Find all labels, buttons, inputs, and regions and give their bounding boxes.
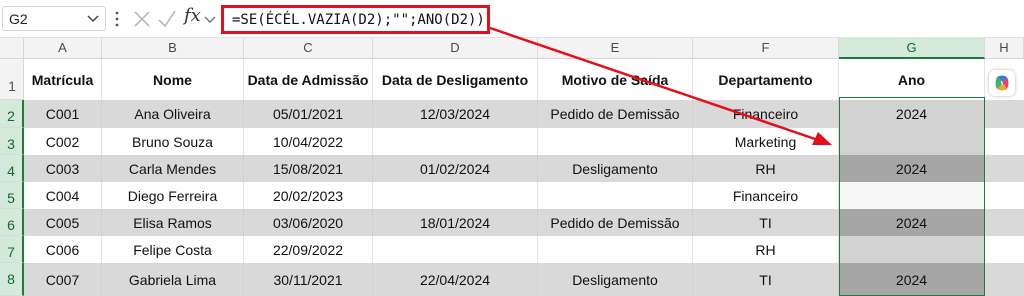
- formula-input[interactable]: =SE(ÉCÉL.VAZIA(D2);"";ANO(D2)): [221, 5, 490, 34]
- table-cell[interactable]: [538, 182, 693, 209]
- cancel-x-icon[interactable]: [132, 7, 152, 31]
- table-cell[interactable]: C007: [24, 263, 102, 296]
- name-box[interactable]: G2: [2, 6, 106, 31]
- header-cell[interactable]: Motivo de Saída: [538, 59, 693, 100]
- table-cell[interactable]: 15/08/2021: [244, 155, 373, 182]
- table-cell[interactable]: RH: [693, 155, 839, 182]
- fx-icon[interactable]: fx: [184, 5, 202, 29]
- table-row: C002 Bruno Souza 10/04/2022 Marketing: [24, 128, 1024, 155]
- table-cell[interactable]: Pedido de Demissão: [538, 209, 693, 236]
- table-cell[interactable]: Marketing: [693, 128, 839, 155]
- row-header-5[interactable]: 5: [0, 182, 24, 209]
- table-cell[interactable]: Ana Oliveira: [102, 100, 244, 128]
- table-cell[interactable]: [373, 182, 538, 209]
- column-header-b[interactable]: B: [102, 38, 244, 59]
- chevron-down-icon[interactable]: [203, 7, 217, 31]
- table-cell[interactable]: 18/01/2024: [373, 209, 538, 236]
- column-header-e[interactable]: E: [538, 38, 693, 59]
- table-cell[interactable]: C004: [24, 182, 102, 209]
- table-cell[interactable]: Pedido de Demissão: [538, 100, 693, 128]
- row-header-4[interactable]: 4: [0, 155, 24, 182]
- copilot-icon[interactable]: [989, 70, 1015, 96]
- table-row: C007 Gabriela Lima 30/11/2021 22/04/2024…: [24, 263, 1024, 296]
- table-cell[interactable]: 05/01/2021: [244, 100, 373, 128]
- table-cell[interactable]: [538, 236, 693, 263]
- table-cell[interactable]: 22/09/2022: [244, 236, 373, 263]
- row-header-2[interactable]: 2: [0, 100, 24, 128]
- row-header-column: 1 2 3 4 5 6 7 8: [0, 59, 24, 296]
- header-cell[interactable]: Matrícula: [24, 59, 102, 100]
- table-row: C003 Carla Mendes 15/08/2021 01/02/2024 …: [24, 155, 1024, 182]
- formula-text: =SE(ÉCÉL.VAZIA(D2);"";ANO(D2)): [232, 12, 485, 28]
- row-header-6[interactable]: 6: [0, 209, 24, 236]
- table-cell[interactable]: Bruno Souza: [102, 128, 244, 155]
- table-cell[interactable]: [839, 182, 985, 209]
- table-cell[interactable]: 12/03/2024: [373, 100, 538, 128]
- table-cell[interactable]: 03/06/2020: [244, 209, 373, 236]
- table-cell[interactable]: Elisa Ramos: [102, 209, 244, 236]
- header-cell[interactable]: Nome: [102, 59, 244, 100]
- header-cell[interactable]: Data de Desligamento: [373, 59, 538, 100]
- table-cell[interactable]: 30/11/2021: [244, 263, 373, 296]
- table-cell[interactable]: Financeiro: [693, 100, 839, 128]
- table-row: C004 Diego Ferreira 20/02/2023 Financeir…: [24, 182, 1024, 209]
- table-cell[interactable]: [373, 128, 538, 155]
- row-header-7[interactable]: 7: [0, 236, 24, 263]
- row-header-8[interactable]: 8: [0, 263, 24, 296]
- table-row: C005 Elisa Ramos 03/06/2020 18/01/2024 P…: [24, 209, 1024, 236]
- column-header-a[interactable]: A: [24, 38, 102, 59]
- table-cell[interactable]: [373, 236, 538, 263]
- table-cell[interactable]: TI: [693, 263, 839, 296]
- table-cell[interactable]: 01/02/2024: [373, 155, 538, 182]
- column-header-row: A B C D E F G H: [0, 38, 1024, 59]
- table-cell[interactable]: C006: [24, 236, 102, 263]
- table-cell[interactable]: [839, 236, 985, 263]
- table-row: C006 Felipe Costa 22/09/2022 RH: [24, 236, 1024, 263]
- table-cell[interactable]: C005: [24, 209, 102, 236]
- table-cell[interactable]: Diego Ferreira: [102, 182, 244, 209]
- chevron-down-icon[interactable]: [86, 10, 100, 26]
- column-header-d[interactable]: D: [373, 38, 538, 59]
- name-box-value: G2: [9, 11, 28, 27]
- select-all-corner[interactable]: [0, 38, 24, 59]
- table-cell[interactable]: Gabriela Lima: [102, 263, 244, 296]
- table-cell[interactable]: C003: [24, 155, 102, 182]
- column-header-f[interactable]: F: [693, 38, 839, 59]
- table-cell[interactable]: TI: [693, 209, 839, 236]
- row-header-3[interactable]: 3: [0, 128, 24, 155]
- header-cell[interactable]: Departamento: [693, 59, 839, 100]
- vertical-dots-icon[interactable]: [114, 9, 120, 29]
- table-cell[interactable]: Desligamento: [538, 263, 693, 296]
- table-cell[interactable]: 2024: [839, 209, 985, 236]
- column-header-c[interactable]: C: [244, 38, 373, 59]
- table-cell[interactable]: 20/02/2023: [244, 182, 373, 209]
- table-cell[interactable]: C002: [24, 128, 102, 155]
- table-cell[interactable]: C001: [24, 100, 102, 128]
- table-cell[interactable]: RH: [693, 236, 839, 263]
- table-cell[interactable]: [839, 128, 985, 155]
- table-cell[interactable]: [538, 128, 693, 155]
- table-cell[interactable]: 2024: [839, 263, 985, 296]
- check-icon[interactable]: [157, 7, 177, 31]
- table-cell[interactable]: 2024: [839, 155, 985, 182]
- table-cell[interactable]: Financeiro: [693, 182, 839, 209]
- header-cell[interactable]: Data de Admissão: [244, 59, 373, 100]
- header-cell[interactable]: Ano: [839, 59, 985, 100]
- table-header-row: Matrícula Nome Data de Admissão Data de …: [24, 59, 1024, 100]
- table-cell[interactable]: Felipe Costa: [102, 236, 244, 263]
- row-header-1[interactable]: 1: [0, 59, 24, 100]
- table-cell[interactable]: 10/04/2022: [244, 128, 373, 155]
- table-cell[interactable]: 22/04/2024: [373, 263, 538, 296]
- table-cell[interactable]: Desligamento: [538, 155, 693, 182]
- table-row: C001 Ana Oliveira 05/01/2021 12/03/2024 …: [24, 100, 1024, 128]
- table-cell[interactable]: Carla Mendes: [102, 155, 244, 182]
- column-header-h[interactable]: H: [985, 38, 1024, 59]
- worksheet-grid: Matrícula Nome Data de Admissão Data de …: [24, 59, 1024, 296]
- column-header-g[interactable]: G: [839, 38, 985, 59]
- formula-bar: G2 fx =SE(ÉCÉL.VAZIA(D2);"";ANO(D2)): [0, 0, 1024, 38]
- active-cell[interactable]: 2024: [839, 100, 985, 128]
